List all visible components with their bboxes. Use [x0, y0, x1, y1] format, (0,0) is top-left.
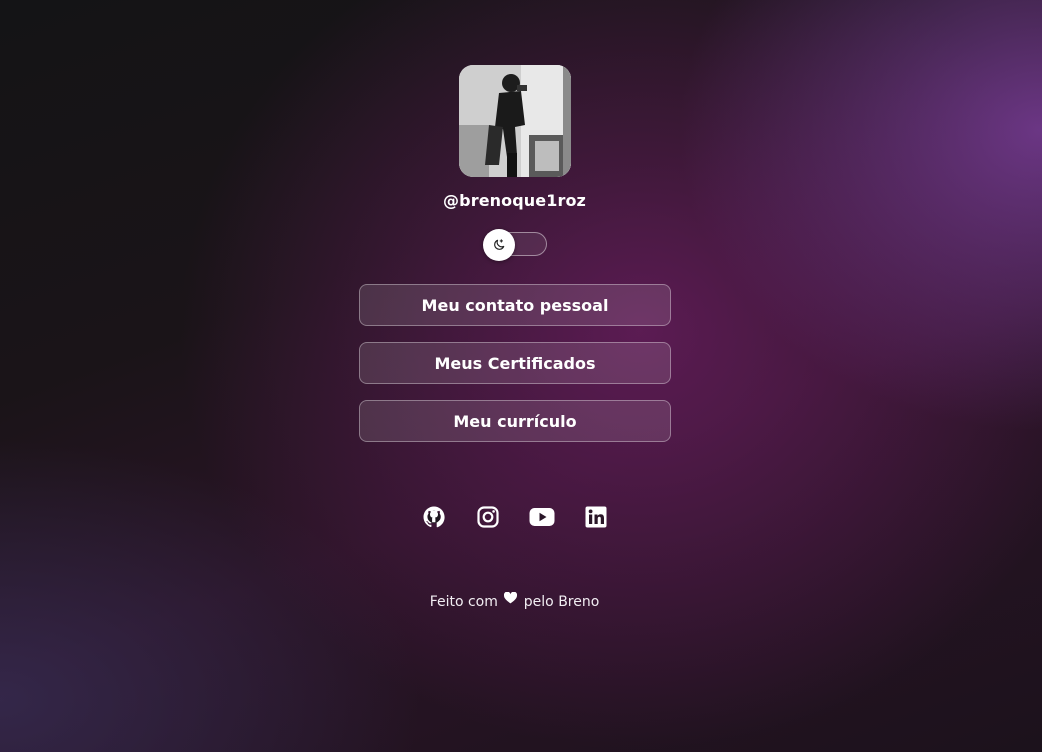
resume-button[interactable]: Meu currículo — [359, 400, 671, 442]
github-link[interactable] — [421, 504, 447, 530]
footer: Feito com pelo Breno — [0, 591, 1029, 610]
instagram-icon — [477, 506, 499, 528]
footer-suffix: pelo Breno — [523, 594, 600, 610]
avatar-photo — [459, 65, 571, 177]
youtube-icon — [529, 508, 555, 526]
heart-icon — [504, 591, 518, 608]
moon-icon — [494, 239, 505, 250]
avatar — [459, 65, 571, 177]
username: @brenoque1roz — [443, 191, 586, 210]
links-list: Meu contato pessoal Meus Certificados Me… — [359, 284, 671, 458]
toggle-knob[interactable] — [483, 229, 515, 261]
github-icon — [423, 506, 445, 528]
theme-toggle[interactable] — [483, 229, 547, 261]
linkedin-icon — [585, 506, 607, 528]
footer-prefix: Feito com — [429, 594, 498, 610]
social-links — [421, 504, 621, 530]
contact-button[interactable]: Meu contato pessoal — [359, 284, 671, 326]
linkedin-link[interactable] — [583, 504, 609, 530]
instagram-link[interactable] — [475, 504, 501, 530]
youtube-link[interactable] — [529, 504, 555, 530]
certificates-button[interactable]: Meus Certificados — [359, 342, 671, 384]
